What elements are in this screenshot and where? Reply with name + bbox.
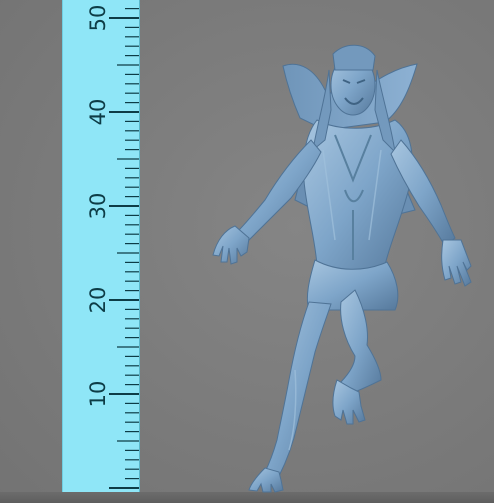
- ruler-label: 40: [86, 99, 110, 126]
- ruler-label: 50: [86, 5, 110, 32]
- scale-ruler: 10 20 30 40 50: [62, 0, 140, 492]
- ruler-label: 20: [86, 287, 110, 314]
- ruler-label: 30: [86, 193, 110, 220]
- left-leg: [264, 301, 332, 477]
- ruler-label: 10: [86, 381, 110, 408]
- right-hand-claw: [441, 239, 472, 287]
- 3d-viewport[interactable]: 10 20 30 40 50: [0, 0, 494, 503]
- vampire-figure-model[interactable]: [205, 40, 475, 495]
- left-foot-claw: [248, 467, 284, 493]
- ruler-ticks: 10 20 30 40 50: [86, 5, 139, 489]
